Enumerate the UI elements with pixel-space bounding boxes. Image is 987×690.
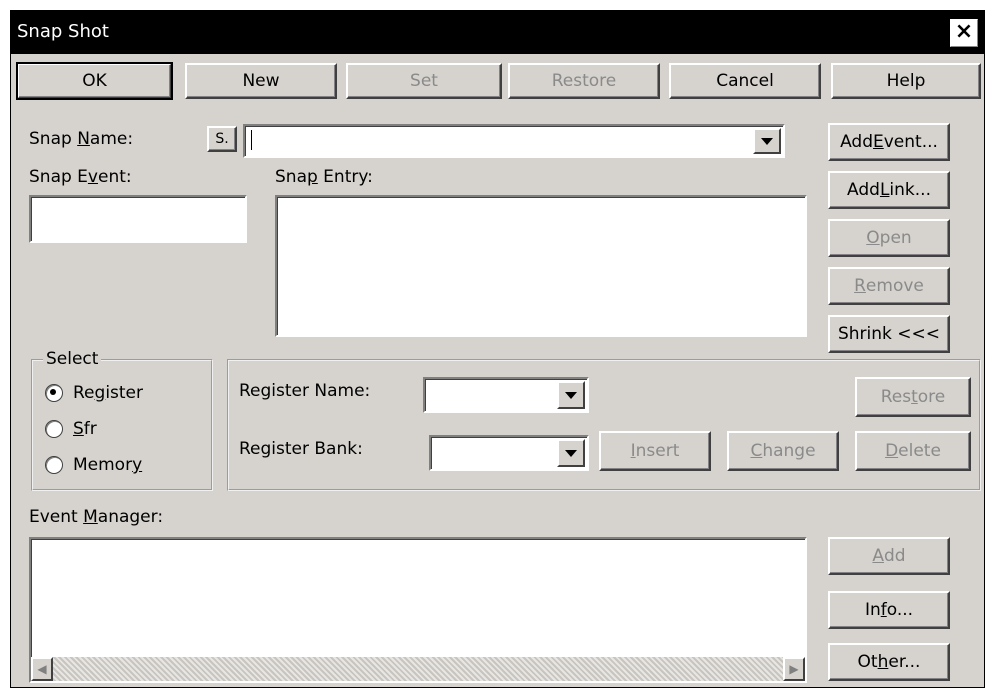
- shrink-button[interactable]: Shrink <<<: [828, 315, 950, 353]
- register-bank-label: Register Bank:: [239, 439, 363, 459]
- snap-entry-label: Snap Entry:: [275, 167, 373, 187]
- snap-shot-dialog: Snap Shot × OK New Set Restore Cancel He…: [10, 10, 985, 688]
- restore-button[interactable]: Restore: [508, 63, 660, 99]
- other-button[interactable]: Ot h er...: [828, 643, 950, 681]
- radio-sfr[interactable]: Sfr: [45, 419, 97, 439]
- snap-name-combo[interactable]: [243, 124, 785, 158]
- register-name-combo[interactable]: [423, 377, 589, 413]
- chevron-down-icon[interactable]: [557, 381, 585, 409]
- snap-event-field[interactable]: [29, 195, 247, 243]
- set-button[interactable]: Set: [346, 63, 502, 99]
- register-bank-combo[interactable]: [429, 435, 589, 471]
- radio-memory[interactable]: Memory: [45, 455, 142, 475]
- scroll-right-icon[interactable]: ▶: [783, 657, 805, 681]
- open-button[interactable]: Open: [828, 219, 950, 257]
- radio-button-icon: [45, 420, 63, 438]
- radio-sfr-label: Sfr: [73, 419, 97, 439]
- snap-name-badge[interactable]: S.: [207, 126, 237, 152]
- radio-button-icon: [45, 384, 63, 402]
- radio-register-label: Register: [73, 383, 144, 403]
- chevron-down-icon[interactable]: [753, 128, 781, 154]
- info-button[interactable]: In f o...: [828, 591, 950, 629]
- scroll-left-icon[interactable]: ◀: [31, 657, 53, 681]
- select-group-title: Select: [43, 349, 102, 369]
- close-icon[interactable]: ×: [950, 19, 978, 47]
- radio-button-icon: [45, 456, 63, 474]
- help-button[interactable]: Help: [831, 63, 981, 99]
- register-name-label: Register Name:: [239, 381, 371, 401]
- title-bar: Snap Shot ×: [11, 11, 984, 54]
- remove-button[interactable]: Remove: [828, 267, 950, 305]
- ok-button[interactable]: OK: [16, 62, 173, 100]
- snap-entry-list[interactable]: [275, 195, 807, 337]
- add-link-button[interactable]: Add Link...: [828, 171, 950, 209]
- delete-button[interactable]: Delete: [855, 431, 971, 471]
- add-event-button[interactable]: Add Event...: [828, 123, 950, 161]
- cancel-button[interactable]: Cancel: [669, 63, 821, 99]
- snap-event-label: Snap Event:: [29, 167, 132, 187]
- window-title: Snap Shot: [17, 21, 109, 42]
- event-manager-label: Event Manager:: [29, 507, 164, 527]
- insert-button[interactable]: Insert: [599, 431, 711, 471]
- radio-memory-label: Memory: [73, 455, 143, 475]
- event-manager-list[interactable]: ◀ ▶: [29, 537, 807, 683]
- snap-name-label: Snap Name:: [29, 129, 134, 149]
- register-restore-button[interactable]: Res t ore: [855, 377, 971, 417]
- chevron-down-icon[interactable]: [557, 439, 585, 467]
- text-caret: [251, 130, 252, 150]
- horizontal-scrollbar[interactable]: ◀ ▶: [31, 657, 805, 681]
- add-button[interactable]: Add: [828, 537, 950, 575]
- change-button[interactable]: Change: [727, 431, 839, 471]
- radio-register[interactable]: Register: [45, 383, 143, 403]
- new-button[interactable]: New: [185, 63, 337, 99]
